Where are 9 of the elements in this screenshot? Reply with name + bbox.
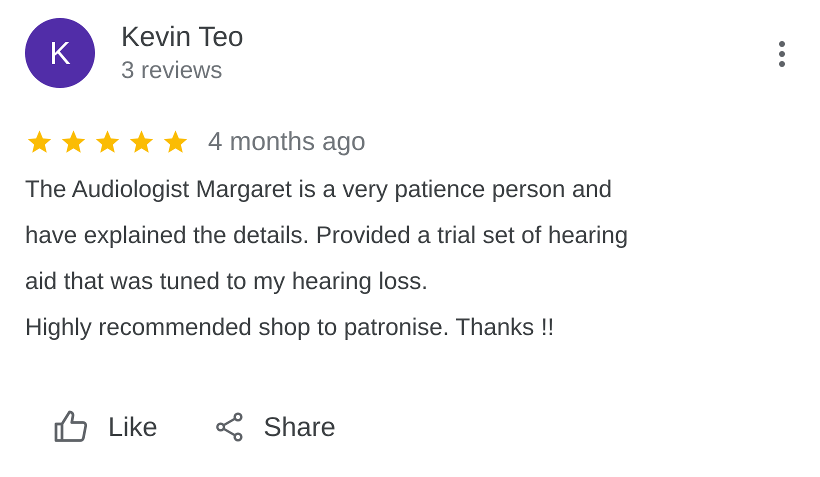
like-button[interactable]: Like <box>52 409 158 445</box>
thumbs-up-icon <box>52 409 90 445</box>
review-time: 4 months ago <box>208 126 366 157</box>
reviewer-name[interactable]: Kevin Teo <box>121 20 751 54</box>
share-button[interactable]: Share <box>214 409 336 445</box>
more-options-icon[interactable] <box>777 40 787 68</box>
review-count: 3 reviews <box>121 56 224 86</box>
avatar[interactable]: K <box>25 18 95 88</box>
review-text: The Audiologist Margaret is a very patience person and have explained the details. Provided a trial set of hearing aid that was tuned to my hearing loss. Highly recommended shop to patronise. Thanks !! <box>25 175 630 343</box>
